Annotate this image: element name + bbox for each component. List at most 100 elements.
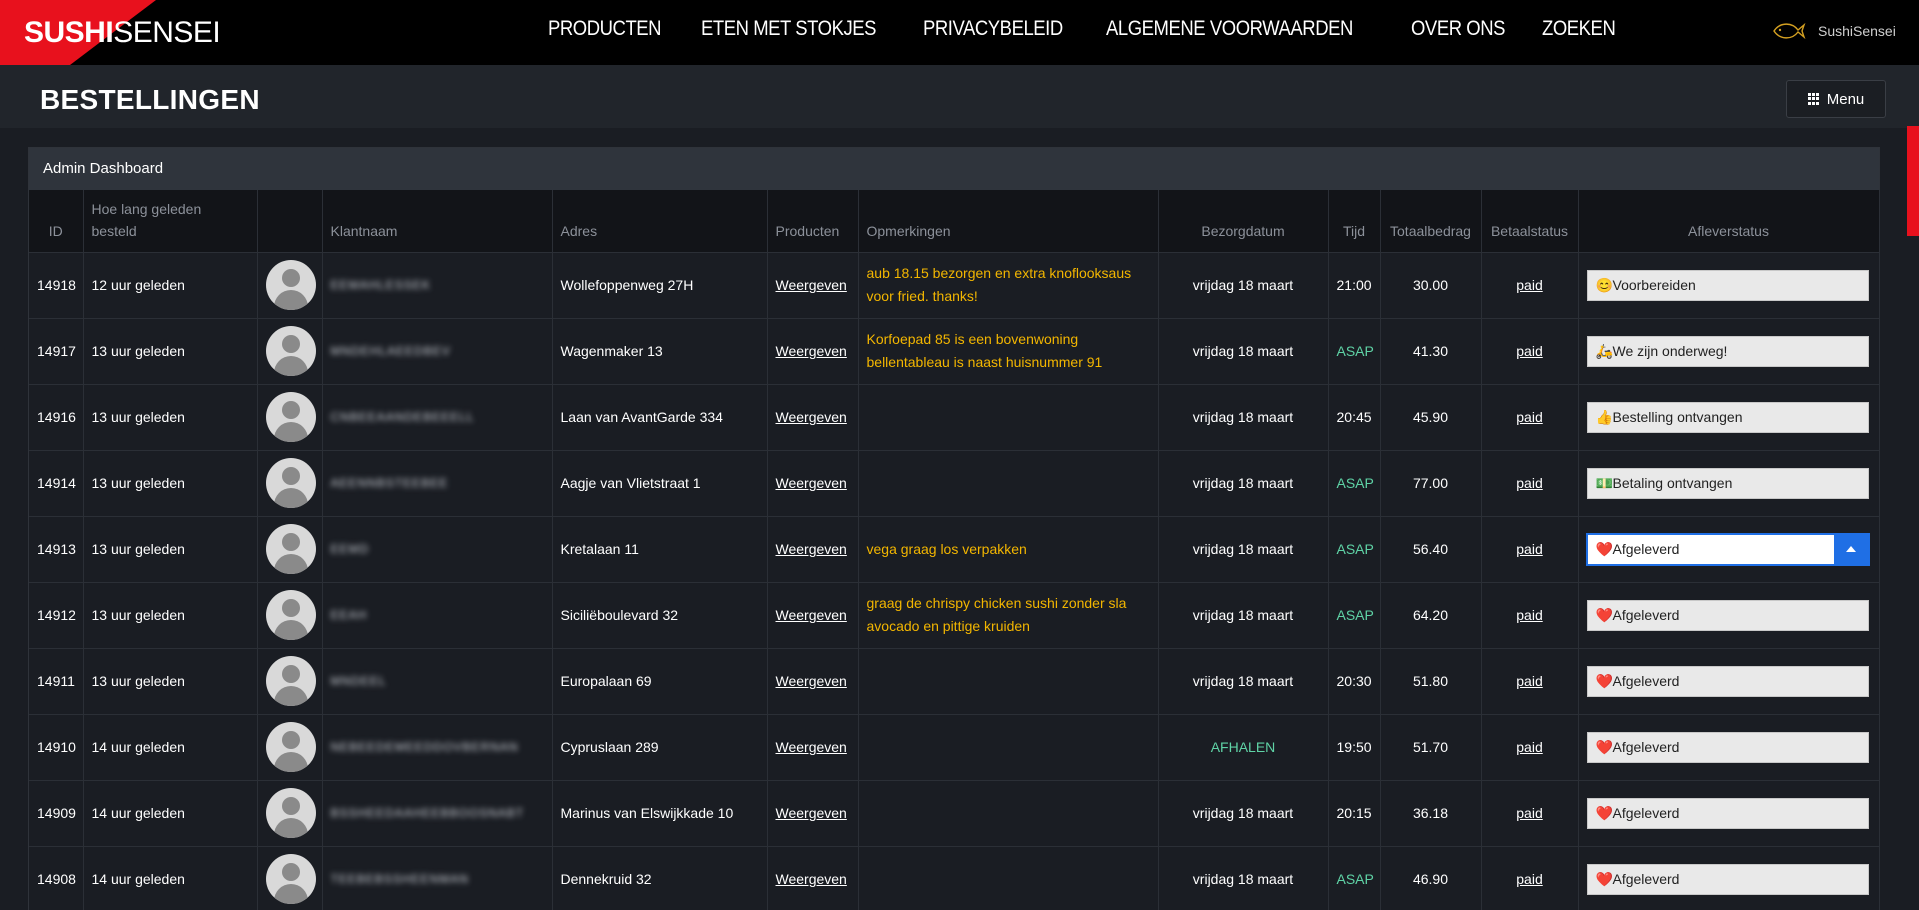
customer-name: NEBEEDEMEEDDOVBERNAN [330, 740, 519, 754]
avatar-cell [257, 515, 323, 582]
view-products-link[interactable]: Weergeven [776, 739, 847, 755]
avatar-cell [257, 713, 323, 780]
table-row: 14910 14 uur geleden NEBEEDEMEEDDOVBERNA… [29, 713, 1880, 780]
col-header-opmerkingen[interactable]: Opmerkingen [858, 190, 1159, 252]
delivery-date: vrijdag 18 maart [1158, 251, 1329, 318]
delivery-status-select[interactable]: ❤️ Afgeleverd [1586, 863, 1869, 895]
view-products-link[interactable]: Weergeven [776, 541, 847, 557]
customer-name: AEENNBSTEEBEE [330, 476, 449, 490]
view-products-link[interactable]: Weergeven [776, 871, 847, 887]
col-header-klantnaam[interactable]: Klantnaam [322, 190, 553, 252]
table-row: 14912 13 uur geleden EEAH Siciliëbouleva… [29, 581, 1880, 648]
orders-table-body: 14918 12 uur geleden EEMAHLESSEK Wollefo… [29, 251, 1880, 910]
delivery-status-select[interactable]: 👍 Bestelling ontvangen [1586, 401, 1869, 433]
col-header-betaalstatus[interactable]: Betaalstatus [1481, 190, 1579, 252]
delivery-status-cell: ❤️ Afgeleverd [1578, 779, 1880, 846]
products-cell: Weergeven [767, 647, 859, 714]
avatar-cell [257, 647, 323, 714]
avatar [265, 656, 316, 706]
col-header-producten[interactable]: Producten [767, 190, 859, 252]
delivery-status-select[interactable]: ❤️ Afgeleverd [1586, 797, 1869, 829]
col-header-ago[interactable]: Hoe lang geleden besteld [83, 190, 258, 252]
order-age: 13 uur geleden [83, 647, 258, 714]
view-products-link[interactable]: Weergeven [776, 409, 847, 425]
col-header-totaalbedrag[interactable]: Totaalbedrag [1380, 190, 1482, 252]
delivery-status-cell: 👍 Bestelling ontvangen [1578, 383, 1880, 450]
table-row: 14913 13 uur geleden EEMD Kretalaan 11 W… [29, 515, 1880, 582]
order-note-cell [858, 383, 1159, 450]
delivery-time: 20:30 [1328, 647, 1381, 714]
payment-status-link[interactable]: paid [1516, 739, 1542, 755]
view-products-link[interactable]: Weergeven [776, 343, 847, 359]
avatar [265, 722, 316, 772]
delivery-status-select[interactable]: ❤️ Afgeleverd [1586, 599, 1869, 631]
nav-link-producten[interactable]: PRODUCTEN [548, 17, 662, 41]
delivery-date: vrijdag 18 maart [1158, 779, 1329, 846]
delivery-time: ASAP [1328, 515, 1381, 582]
payment-status-link[interactable]: paid [1516, 343, 1542, 359]
nav-link-over-ons[interactable]: OVER ONS [1411, 17, 1505, 41]
col-header-adres[interactable]: Adres [552, 190, 768, 252]
status-emoji-icon: 👍 [1595, 408, 1613, 425]
customer-name: BSSHEEDAAHEEBBOOSNABT [330, 806, 525, 820]
scrollbar-thumb[interactable] [1907, 126, 1919, 236]
order-address: Marinus van Elswijkkade 10 [552, 779, 768, 846]
order-address: Dennekruid 32 [552, 845, 768, 910]
order-note: vega graag los verpakken [866, 540, 1027, 557]
table-row: 14908 14 uur geleden TEEBEBSSHEENMAN Den… [29, 845, 1880, 910]
view-products-link[interactable]: Weergeven [776, 607, 847, 623]
payment-status-link[interactable]: paid [1516, 541, 1542, 557]
delivery-status-select[interactable]: ❤️ Afgeleverd [1586, 665, 1869, 697]
payment-cell: paid [1481, 845, 1579, 910]
delivery-date: vrijdag 18 maart [1158, 317, 1329, 384]
status-emoji-icon: ❤️ [1595, 672, 1613, 689]
delivery-status-select[interactable]: 💵 Betaling ontvangen [1586, 467, 1869, 499]
col-header-tijd[interactable]: Tijd [1328, 190, 1381, 252]
payment-cell: paid [1481, 779, 1579, 846]
menu-button[interactable]: Menu [1786, 80, 1886, 118]
nav-link-algemene-voorwaarden[interactable]: ALGEMENE VOORWAARDEN [1106, 17, 1353, 41]
order-age: 13 uur geleden [83, 317, 258, 384]
col-header-id[interactable]: ID [29, 190, 84, 252]
order-id: 14914 [29, 449, 84, 516]
order-address: Aagje van Vlietstraat 1 [552, 449, 768, 516]
payment-status-link[interactable]: paid [1516, 409, 1542, 425]
payment-status-link[interactable]: paid [1516, 871, 1542, 887]
delivery-status-select[interactable]: ❤️ Afgeleverd [1586, 731, 1869, 763]
avatar-cell [257, 779, 323, 846]
delivery-status-cell: ❤️ Afgeleverd [1578, 713, 1880, 780]
customer-name-cell: CNBEEAANDEBEEELL [322, 383, 553, 450]
orders-table: ID Hoe lang geleden besteld Klantnaam Ad… [29, 190, 1880, 910]
col-header-bezorgdatum[interactable]: Bezorgdatum [1158, 190, 1329, 252]
customer-name: EEMAHLESSEK [330, 278, 431, 292]
nav-link-privacybeleid[interactable]: PRIVACYBELEID [923, 17, 1063, 41]
dropdown-caret-icon[interactable] [1833, 533, 1869, 565]
nav-link-eten-met-stokjes[interactable]: ETEN MET STOKJES [701, 17, 877, 41]
avatar [265, 788, 316, 838]
delivery-date: vrijdag 18 maart [1158, 581, 1329, 648]
delivery-status-cell: ❤️ Afgeleverd [1578, 647, 1880, 714]
view-products-link[interactable]: Weergeven [776, 475, 847, 491]
delivery-date: vrijdag 18 maart [1158, 647, 1329, 714]
delivery-status-select[interactable]: ❤️ Afgeleverd [1586, 533, 1869, 565]
view-products-link[interactable]: Weergeven [776, 673, 847, 689]
customer-name-cell: MNDEHLAEEDBEV [322, 317, 553, 384]
order-id: 14911 [29, 647, 84, 714]
order-address: Europalaan 69 [552, 647, 768, 714]
view-products-link[interactable]: Weergeven [776, 277, 847, 293]
payment-status-link[interactable]: paid [1516, 475, 1542, 491]
payment-status-link[interactable]: paid [1516, 277, 1542, 293]
payment-status-link[interactable]: paid [1516, 607, 1542, 623]
account-brand[interactable]: SushiSensei [1770, 18, 1896, 44]
view-products-link[interactable]: Weergeven [776, 805, 847, 821]
order-note-cell [858, 713, 1159, 780]
delivery-date: vrijdag 18 maart [1158, 515, 1329, 582]
delivery-status-select[interactable]: 🛵 We zijn onderweg! [1586, 335, 1869, 367]
payment-status-link[interactable]: paid [1516, 673, 1542, 689]
col-header-afleverstatus[interactable]: Afleverstatus [1578, 190, 1880, 252]
payment-status-link[interactable]: paid [1516, 805, 1542, 821]
nav-link-zoeken[interactable]: ZOEKEN [1542, 17, 1616, 41]
delivery-status-select[interactable]: 😊 Voorbereiden [1586, 269, 1869, 301]
site-logo[interactable]: SUSHISENSEI [24, 16, 221, 50]
grid-icon [1807, 92, 1821, 106]
